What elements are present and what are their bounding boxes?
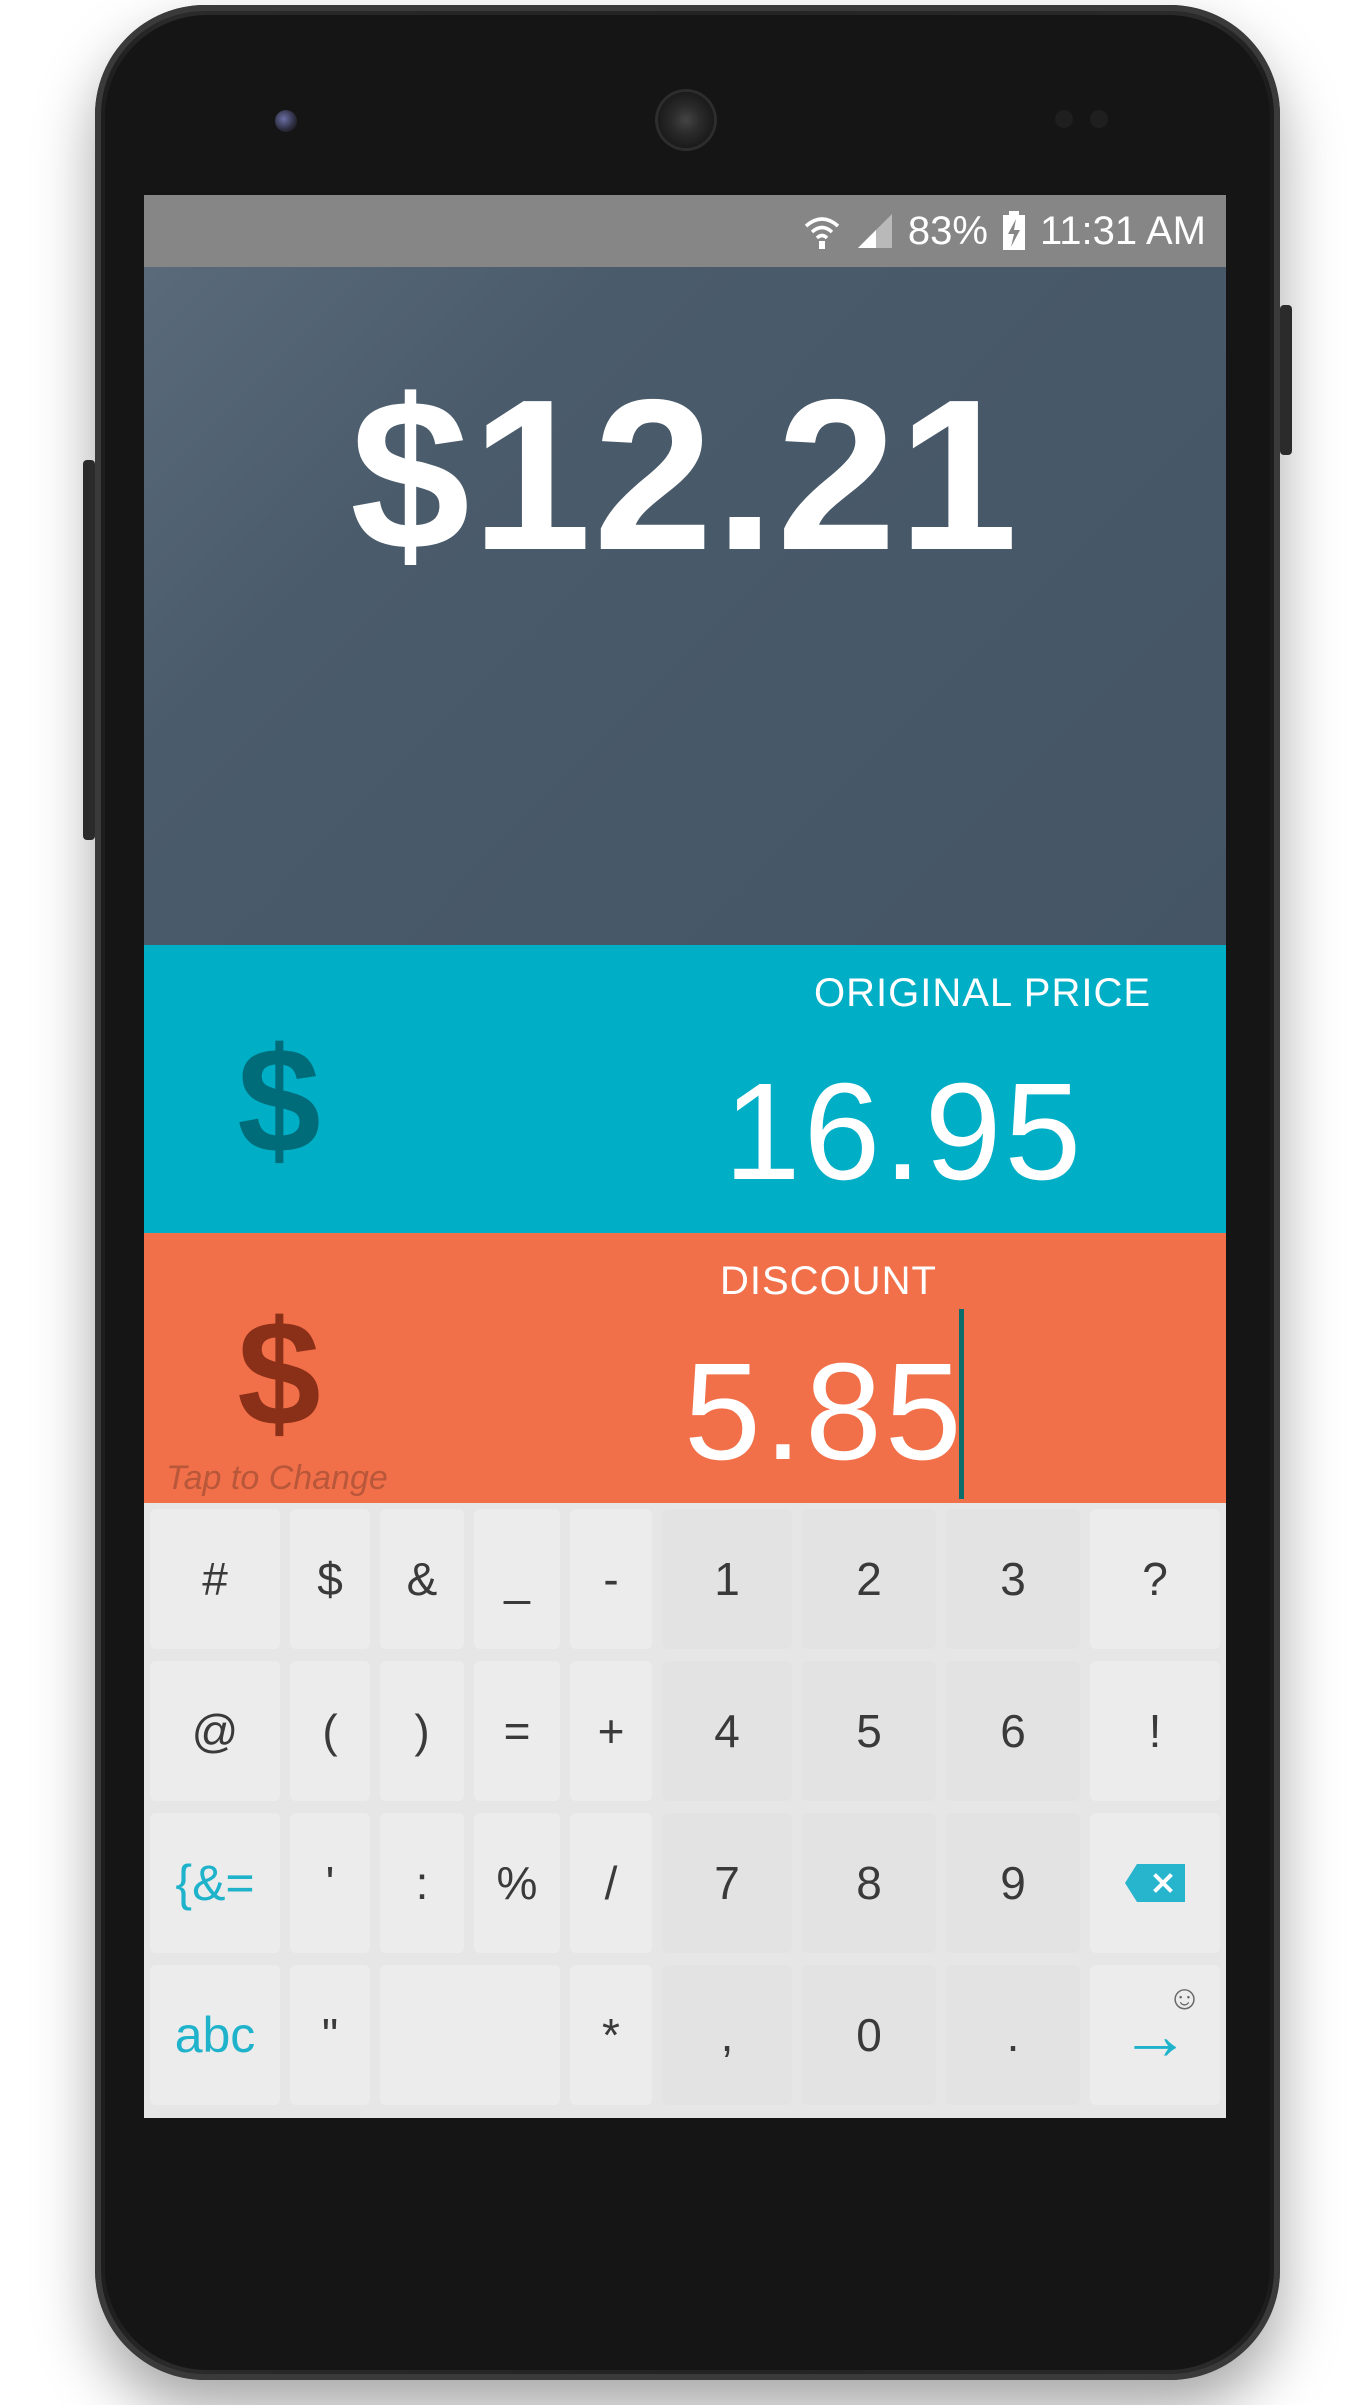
volume-button — [83, 460, 95, 840]
key-question[interactable]: ? — [1090, 1509, 1220, 1649]
original-price-field[interactable]: $ ORIGINAL PRICE 16.95 — [144, 945, 1226, 1233]
key-2[interactable]: 2 — [802, 1509, 936, 1649]
discount-field[interactable]: $ DISCOUNT 5.85 Tap to Change — [144, 1233, 1226, 1503]
wifi-icon — [802, 212, 842, 250]
key-space[interactable] — [380, 1965, 560, 2105]
key-plus[interactable]: + — [570, 1661, 652, 1801]
discount-label: DISCOUNT — [720, 1259, 937, 1303]
signal-icon — [856, 212, 894, 250]
result-panel: $12.21 — [144, 267, 1226, 945]
key-9[interactable]: 9 — [946, 1813, 1080, 1953]
text-cursor — [959, 1309, 964, 1499]
key-equals[interactable]: = — [474, 1661, 560, 1801]
key-comma[interactable]: , — [662, 1965, 792, 2105]
key-double-quote[interactable]: " — [290, 1965, 370, 2105]
key-underscore[interactable]: _ — [474, 1509, 560, 1649]
final-price: $12.21 — [350, 354, 1020, 595]
key-ampersand[interactable]: & — [380, 1509, 464, 1649]
proximity-sensor — [1055, 110, 1073, 128]
key-apostrophe[interactable]: ' — [290, 1813, 370, 1953]
key-backspace[interactable] — [1090, 1813, 1220, 1953]
earpiece-speaker — [658, 92, 714, 148]
power-button — [1280, 305, 1292, 455]
emoji-icon: ☺ — [1167, 1979, 1202, 2017]
key-asterisk[interactable]: * — [570, 1965, 652, 2105]
key-3[interactable]: 3 — [946, 1509, 1080, 1649]
key-exclamation[interactable]: ! — [1090, 1661, 1220, 1801]
key-hash[interactable]: # — [150, 1509, 280, 1649]
battery-percent: 83% — [907, 208, 988, 253]
original-price-input[interactable]: 16.95 — [644, 1063, 1164, 1201]
battery-charging-icon — [1002, 211, 1026, 251]
discount-input[interactable]: 5.85 — [684, 1343, 965, 1481]
keyboard: # $ & _ - 1 2 3 ? @ ( ) = + 4 5 6 ! {&= … — [144, 1503, 1226, 2118]
key-enter[interactable]: ☺ → — [1090, 1965, 1220, 2105]
key-8[interactable]: 8 — [802, 1813, 936, 1953]
backspace-icon — [1125, 1864, 1185, 1902]
light-sensor — [1090, 110, 1108, 128]
key-4[interactable]: 4 — [662, 1661, 792, 1801]
key-period[interactable]: . — [946, 1965, 1080, 2105]
original-price-label: ORIGINAL PRICE — [814, 971, 1152, 1015]
key-minus[interactable]: - — [570, 1509, 652, 1649]
key-5[interactable]: 5 — [802, 1661, 936, 1801]
discount-type-dollar-icon[interactable]: $ — [234, 1298, 324, 1448]
key-abc-toggle[interactable]: abc — [150, 1965, 280, 2105]
key-slash[interactable]: / — [570, 1813, 652, 1953]
key-percent[interactable]: % — [474, 1813, 560, 1953]
key-0[interactable]: 0 — [802, 1965, 936, 2105]
key-6[interactable]: 6 — [946, 1661, 1080, 1801]
key-close-paren[interactable]: ) — [380, 1661, 464, 1801]
key-1[interactable]: 1 — [662, 1509, 792, 1649]
key-symbols-toggle[interactable]: {&= — [150, 1813, 280, 1953]
key-colon[interactable]: : — [380, 1813, 464, 1953]
status-bar: 83% 11:31 AM — [144, 195, 1226, 267]
key-at[interactable]: @ — [150, 1661, 280, 1801]
dollar-icon[interactable]: $ — [234, 1025, 324, 1175]
screen: 83% 11:31 AM $12.21 $ ORIGINAL PRICE 16.… — [144, 195, 1226, 2118]
front-camera — [275, 110, 297, 132]
key-7[interactable]: 7 — [662, 1813, 792, 1953]
key-dollar[interactable]: $ — [290, 1509, 370, 1649]
key-open-paren[interactable]: ( — [290, 1661, 370, 1801]
tap-to-change-hint: Tap to Change — [166, 1459, 388, 1497]
clock: 11:31 AM — [1039, 208, 1206, 253]
